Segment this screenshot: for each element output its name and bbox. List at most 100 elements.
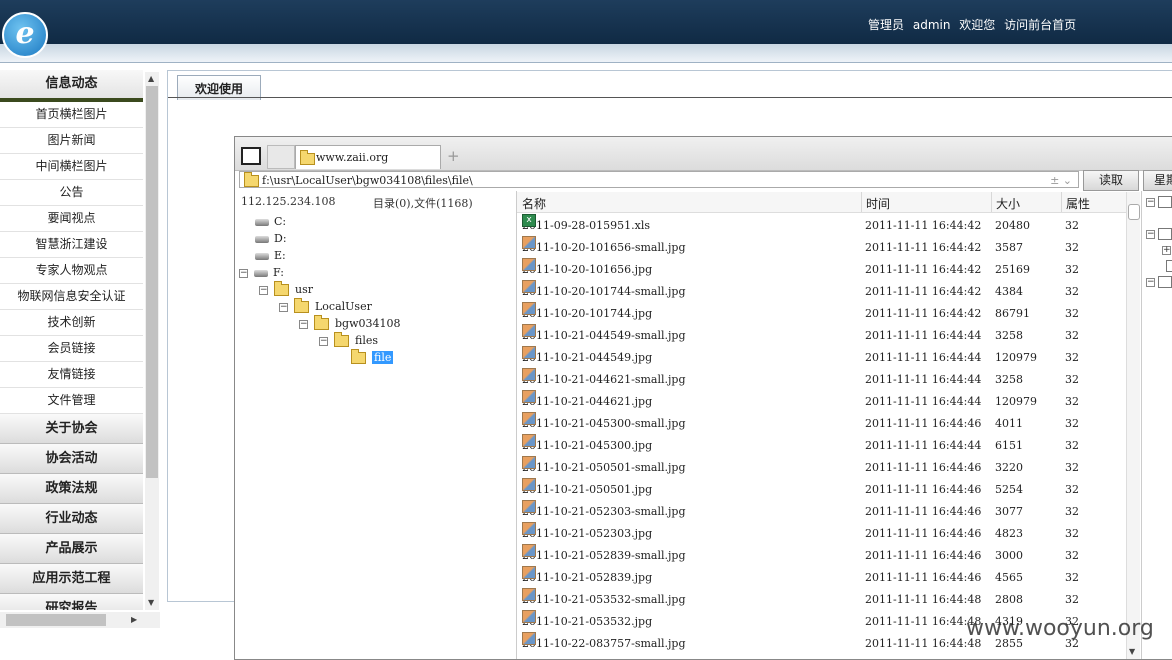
tree-node[interactable]: − usr xyxy=(259,281,313,298)
file-attr: 32 xyxy=(1065,439,1079,452)
file-name-cell: x 2011-09-28-015951.xls xyxy=(522,214,650,237)
file-name: 2011-10-21-044549.jpg xyxy=(522,351,653,364)
sidebar-item[interactable]: 智慧浙江建设 xyxy=(0,232,143,258)
file-name: 2011-10-20-101744.jpg xyxy=(522,307,653,320)
collapse-icon[interactable]: − xyxy=(1146,230,1155,239)
file-row[interactable]: 2011-10-20-101656.jpg 2011-11-11 16:44:42… xyxy=(517,258,1127,281)
sidebar-item[interactable]: 技术创新 xyxy=(0,310,143,336)
tree-node-label: C: xyxy=(274,215,287,228)
scroll-down-icon[interactable]: ▼ xyxy=(148,598,154,607)
sidebar-hscrollbar[interactable]: ▶ xyxy=(0,612,160,628)
sidebar-scrollbar[interactable]: ▲ ▼ xyxy=(145,72,159,610)
file-time: 2011-11-11 16:44:44 xyxy=(865,373,982,386)
file-row[interactable]: 2011-10-21-045300.jpg 2011-11-11 16:44:44… xyxy=(517,434,1127,457)
address-dropdown-icon[interactable]: ± ⌄ xyxy=(1050,172,1072,189)
tree-node[interactable]: − F: xyxy=(239,264,284,281)
column-size[interactable]: 大小 xyxy=(996,195,1020,212)
sidebar-category[interactable]: 政策法规 xyxy=(0,474,143,504)
file-time: 2011-11-11 16:44:44 xyxy=(865,329,982,342)
tree-collapse-icon[interactable]: − xyxy=(299,319,308,329)
sidebar-scroll-thumb[interactable] xyxy=(146,86,158,478)
tree-collapse-icon[interactable]: − xyxy=(239,268,248,278)
tree-node[interactable]: file xyxy=(351,349,394,366)
column-attr[interactable]: 属性 xyxy=(1066,195,1090,212)
sidebar-item[interactable]: 中间横栏图片 xyxy=(0,154,143,180)
image-file-icon xyxy=(522,456,536,469)
file-size: 6151 xyxy=(995,439,1023,452)
tree-node[interactable]: − LocalUser xyxy=(279,298,372,315)
sidebar-item[interactable]: 首页横栏图片 xyxy=(0,102,143,128)
sidebar-item[interactable]: 图片新闻 xyxy=(0,128,143,154)
tree-node[interactable]: D: xyxy=(255,230,287,247)
site-tab[interactable]: www.zaii.org xyxy=(295,145,441,169)
file-row[interactable]: x 2011-09-28-015951.xls 2011-11-11 16:44:4… xyxy=(517,214,1127,237)
sidebar-item[interactable]: 公告 xyxy=(0,180,143,206)
sidebar-items: 首页横栏图片 图片新闻 中间横栏图片 公告 要闻视点 智慧浙江建设 专家人物观点 物联网信息安… xyxy=(0,102,143,414)
file-row[interactable]: 2011-10-21-050501.jpg 2011-11-11 16:44:46… xyxy=(517,478,1127,501)
file-row[interactable]: 2011-10-20-101656-small.jpg 2011-11-11 16… xyxy=(517,236,1127,259)
site-logo[interactable]: e xyxy=(2,12,48,58)
file-name: 2011-10-21-050501.jpg xyxy=(522,483,653,496)
column-time[interactable]: 时间 xyxy=(866,195,890,212)
tree-collapse-icon[interactable]: − xyxy=(319,336,328,346)
file-list-scroll-thumb[interactable] xyxy=(1128,204,1140,220)
read-button[interactable]: 读取 xyxy=(1083,170,1139,191)
file-row[interactable]: 2011-10-21-045300-small.jpg 2011-11-11 16… xyxy=(517,412,1127,435)
file-list-scrollbar[interactable]: ▼ xyxy=(1126,192,1140,659)
scroll-right-icon[interactable]: ▶ xyxy=(131,615,137,624)
sidebar-item[interactable]: 友情链接 xyxy=(0,362,143,388)
address-field[interactable]: f:\usr\LocalUser\bgw034108\files\file\ ±… xyxy=(239,171,1079,188)
file-row[interactable]: 2011-10-21-044621.jpg 2011-11-11 16:44:44… xyxy=(517,390,1127,413)
file-row[interactable]: 2011-10-21-050501-small.jpg 2011-11-11 16… xyxy=(517,456,1127,479)
tree-node[interactable]: E: xyxy=(255,247,286,264)
file-row[interactable]: 2011-10-20-101744-small.jpg 2011-11-11 16… xyxy=(517,280,1127,303)
add-tab-icon[interactable]: + xyxy=(447,147,460,165)
sidebar-category[interactable]: 产品展示 xyxy=(0,534,143,564)
tree-node[interactable]: C: xyxy=(255,213,286,230)
panel-toggle-icon[interactable] xyxy=(241,147,261,165)
sidebar-item[interactable]: 会员链接 xyxy=(0,336,143,362)
sidebar-item[interactable]: 文件管理 xyxy=(0,388,143,414)
file-time: 2011-11-11 16:44:46 xyxy=(865,505,982,518)
week-button[interactable]: 星期 xyxy=(1143,170,1172,191)
folder-icon xyxy=(334,332,349,347)
file-row[interactable]: 2011-10-21-044549-small.jpg 2011-11-11 16… xyxy=(517,324,1127,347)
file-row[interactable]: 2011-10-21-052303.jpg 2011-11-11 16:44:46… xyxy=(517,522,1127,545)
collapse-icon[interactable]: − xyxy=(1146,278,1155,287)
sidebar-item[interactable]: 要闻视点 xyxy=(0,206,143,232)
file-row[interactable]: 2011-10-20-101744.jpg 2011-11-11 16:44:42… xyxy=(517,302,1127,325)
sidebar-category[interactable]: 协会活动 xyxy=(0,444,143,474)
scroll-up-icon[interactable]: ▲ xyxy=(148,74,154,83)
file-attr: 32 xyxy=(1065,263,1079,276)
tree-node[interactable]: − bgw034108 xyxy=(299,315,401,332)
collapse-icon[interactable]: − xyxy=(1146,198,1155,207)
blank-tab-icon[interactable] xyxy=(267,145,295,169)
sidebar-category[interactable]: 行业动态 xyxy=(0,504,143,534)
column-name[interactable]: 名称 xyxy=(522,195,546,212)
front-page-link[interactable]: 访问前台首页 xyxy=(1004,18,1076,32)
file-row[interactable]: 2011-10-21-044549.jpg 2011-11-11 16:44:44… xyxy=(517,346,1127,369)
sidebar-item[interactable]: 物联网信息安全认证 xyxy=(0,284,143,310)
tree-node[interactable]: − files xyxy=(319,332,378,349)
file-row[interactable]: 2011-10-21-052839.jpg 2011-11-11 16:44:46… xyxy=(517,566,1127,589)
image-file-icon xyxy=(522,368,536,381)
hscroll-thumb[interactable] xyxy=(6,614,106,626)
tree-collapse-icon[interactable]: − xyxy=(259,285,268,295)
tree-collapse-icon[interactable]: − xyxy=(279,302,288,312)
file-row[interactable]: 2011-10-21-053532-small.jpg 2011-11-11 16… xyxy=(517,588,1127,611)
file-attr: 32 xyxy=(1065,373,1079,386)
file-row[interactable]: 2011-10-21-052303-small.jpg 2011-11-11 16… xyxy=(517,500,1127,523)
file-name: 2011-10-21-052839-small.jpg xyxy=(522,549,686,562)
scroll-down-icon[interactable]: ▼ xyxy=(1129,647,1135,656)
sidebar-category[interactable]: 关于协会 xyxy=(0,414,143,444)
sidebar-category[interactable]: 应用示范工程 xyxy=(0,564,143,594)
image-file-icon xyxy=(522,566,536,579)
sidebar-item[interactable]: 专家人物观点 xyxy=(0,258,143,284)
expand-icon[interactable]: + xyxy=(1162,246,1171,255)
sidebar-category[interactable]: 研究报告 xyxy=(0,594,143,610)
file-name-cell: 2011-10-21-044549-small.jpg xyxy=(522,324,686,347)
sidebar-section-title[interactable]: 信息动态 xyxy=(0,70,143,102)
tree-node-label: E: xyxy=(274,249,286,262)
file-row[interactable]: 2011-10-21-052839-small.jpg 2011-11-11 16… xyxy=(517,544,1127,567)
file-row[interactable]: 2011-10-21-044621-small.jpg 2011-11-11 16… xyxy=(517,368,1127,391)
